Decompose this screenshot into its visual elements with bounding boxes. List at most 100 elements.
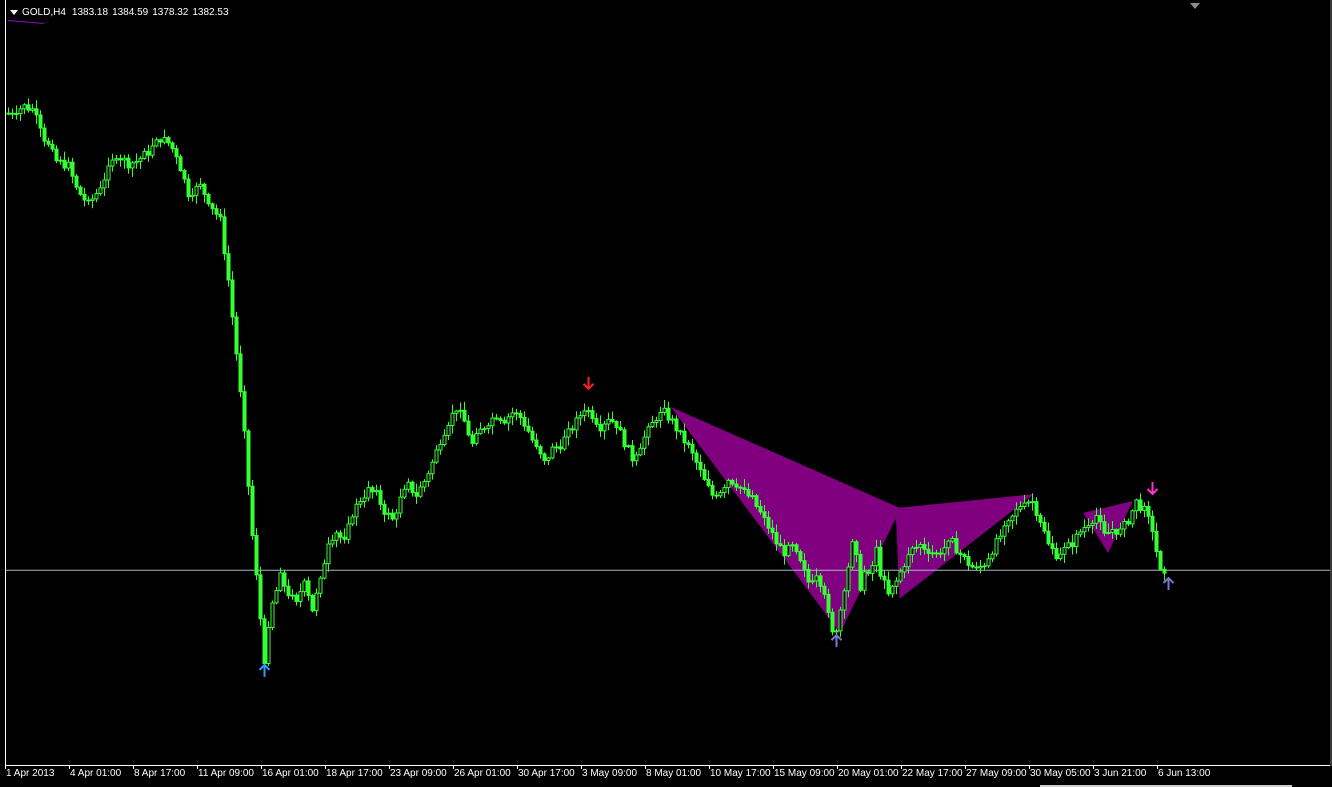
candle (254, 528, 259, 581)
candle (1058, 547, 1063, 561)
candle (1026, 499, 1031, 507)
candle (1082, 519, 1087, 538)
candle (602, 420, 607, 440)
candle (722, 484, 727, 498)
candle (30, 103, 35, 113)
candle (1138, 493, 1143, 514)
candle (150, 137, 155, 159)
candle (422, 479, 427, 492)
candle (410, 480, 415, 497)
candle (894, 577, 899, 595)
candle (882, 570, 887, 589)
candle (650, 415, 655, 429)
time-tick-label: 23 Apr 09:00 (390, 768, 447, 779)
candle (850, 538, 855, 570)
candle (218, 208, 223, 222)
candle (1126, 518, 1131, 527)
candle (366, 480, 371, 502)
time-tick-mark (517, 765, 518, 769)
candle (830, 608, 835, 636)
time-tick-label: 22 May 17:00 (902, 768, 963, 779)
candle (294, 592, 299, 606)
candle (982, 562, 987, 571)
candle (166, 135, 171, 147)
time-tick-mark (261, 765, 262, 769)
time-tick-label: 30 May 05:00 (1030, 768, 1091, 779)
candle (1070, 534, 1075, 555)
candle (858, 550, 863, 593)
candle (754, 494, 759, 509)
candle (310, 594, 315, 613)
candle (798, 549, 803, 563)
plot-left-border (5, 0, 6, 766)
candle (18, 105, 23, 121)
candle (214, 204, 219, 220)
candle (38, 110, 43, 137)
candle (594, 413, 599, 428)
candle (458, 402, 463, 419)
candle (694, 449, 699, 470)
candle (462, 401, 467, 423)
candle (554, 442, 559, 453)
time-tick-mark (1093, 765, 1094, 769)
candle (530, 426, 535, 443)
candle (386, 507, 391, 520)
candle (1038, 513, 1043, 528)
candle (54, 145, 59, 164)
candle (582, 403, 587, 422)
chart-window[interactable]: GOLD,H4 1383.18 1384.59 1378.32 1382.53 … (0, 0, 1332, 787)
price-plot[interactable] (0, 0, 1332, 766)
candle (498, 416, 503, 425)
candle (134, 153, 139, 169)
candle (62, 151, 67, 172)
candle (10, 108, 15, 119)
candle (662, 400, 667, 416)
candle (222, 208, 227, 261)
candle (154, 137, 159, 148)
candle (78, 185, 83, 196)
candle (1042, 517, 1047, 534)
candle (590, 405, 595, 423)
candle (1010, 514, 1015, 529)
candle (534, 433, 539, 450)
candle (362, 489, 367, 508)
candle (1154, 522, 1159, 558)
candle (278, 567, 283, 593)
time-tick-mark (1157, 765, 1158, 769)
candle (490, 412, 495, 435)
candle (466, 415, 471, 437)
time-tick-label: 11 Apr 09:00 (198, 768, 254, 779)
candle (86, 196, 91, 206)
time-tick-label: 8 Apr 17:00 (134, 768, 186, 779)
candle (518, 410, 523, 425)
candle (242, 385, 247, 439)
candle (90, 194, 95, 209)
candle (146, 144, 151, 162)
candle (14, 105, 19, 120)
signal-arrow-down-icon (1146, 482, 1159, 496)
candle (1006, 518, 1011, 533)
candle (66, 157, 71, 172)
candle (74, 173, 79, 191)
candle (418, 481, 423, 498)
candle (838, 606, 843, 637)
candle (690, 438, 695, 461)
candle (58, 156, 63, 165)
candle (382, 500, 387, 523)
time-tick-label: 10 May 17:00 (710, 768, 771, 779)
signal-arrow-down-icon (582, 376, 595, 391)
candle (190, 188, 195, 202)
candle (262, 614, 267, 669)
candle (130, 160, 135, 178)
candle (622, 427, 627, 451)
time-tick-label: 15 May 09:00 (774, 768, 835, 779)
candle (558, 439, 563, 454)
candle (346, 516, 351, 544)
candle (610, 411, 615, 424)
time-tick-label: 26 Apr 01:00 (454, 768, 511, 779)
candle (438, 439, 443, 455)
time-tick-mark (901, 765, 902, 769)
candle (574, 411, 579, 438)
candle (686, 440, 691, 449)
candle (26, 98, 31, 113)
